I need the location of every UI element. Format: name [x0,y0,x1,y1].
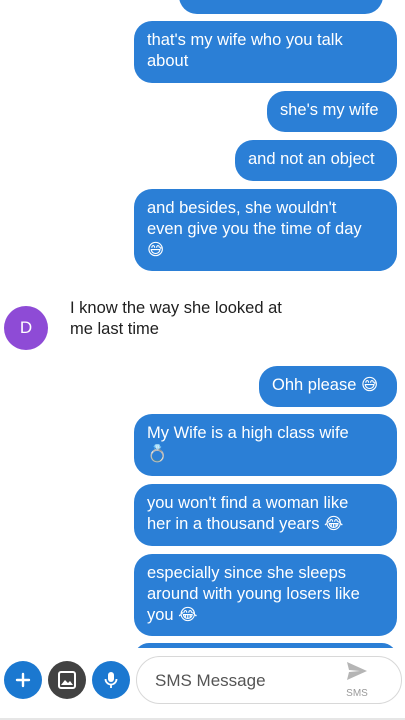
send-button[interactable]: SMS [337,661,377,701]
message-field[interactable]: SMS [136,656,402,704]
message-bubble-outgoing-cut[interactable] [134,643,397,648]
message-bubble-outgoing[interactable]: Ohh please 😅 [259,366,397,407]
message-bubble-outgoing[interactable]: My Wife is a high class wife 💍 [134,414,397,476]
microphone-icon [104,672,118,688]
message-bubble-outgoing[interactable]: and not an object [235,140,397,181]
image-icon [58,671,76,689]
avatar-letter: D [19,318,33,337]
message-bubble-outgoing[interactable]: especially since she sleeps around with … [134,554,397,636]
attach-button[interactable] [4,661,42,699]
send-icon [347,662,367,680]
send-mode-label: SMS [346,688,368,699]
conversation-view: that's my wife who you talk about she's … [0,0,405,648]
message-bubble-outgoing[interactable]: and besides, she wouldn't even give you … [134,189,397,271]
message-bubble-outgoing-cut[interactable] [179,0,383,14]
gallery-button[interactable] [48,661,86,699]
voice-button[interactable] [92,661,130,699]
message-bubble-outgoing[interactable]: that's my wife who you talk about [134,21,397,83]
plus-icon [15,672,31,688]
message-incoming[interactable]: I know the way she looked at me last tim… [70,298,320,340]
sms-message-input[interactable] [153,669,337,693]
message-bubble-outgoing[interactable]: she's my wife [267,91,397,132]
contact-avatar[interactable]: D [4,306,48,350]
message-bubble-outgoing[interactable]: you won't find a woman like her in a tho… [134,484,397,546]
composer-bar: SMS [0,650,405,720]
